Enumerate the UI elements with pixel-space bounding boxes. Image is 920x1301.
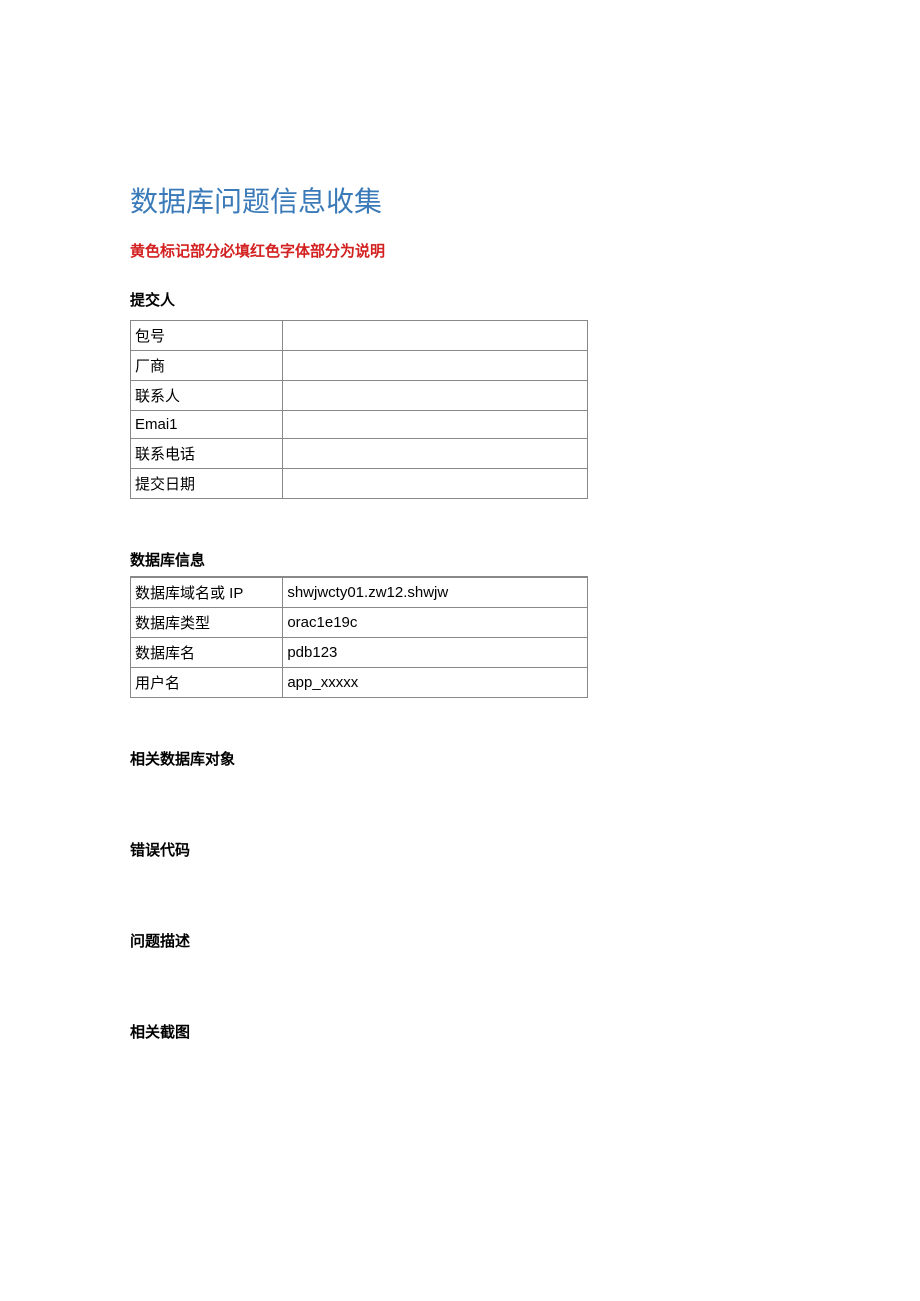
dbinfo-label-name: 数据库名: [131, 638, 283, 668]
submitter-value-phone: [283, 439, 588, 469]
submitter-value-date: [283, 469, 588, 499]
submitter-label-date: 提交日期: [131, 469, 283, 499]
dbinfo-value-user: app_xxxxx: [283, 668, 588, 698]
table-row: 包号: [131, 321, 588, 351]
submitter-value-vendor: [283, 351, 588, 381]
table-row: 厂商: [131, 351, 588, 381]
table-row: 提交日期: [131, 469, 588, 499]
submitter-heading: 提交人: [130, 289, 790, 310]
submitter-label-vendor: 厂商: [131, 351, 283, 381]
dbinfo-value-type: orac1e19c: [283, 608, 588, 638]
submitter-value-package: [283, 321, 588, 351]
submitter-value-contact: [283, 381, 588, 411]
table-row: 数据库名 pdb123: [131, 638, 588, 668]
table-row: Emai1: [131, 411, 588, 439]
error-code-heading: 错误代码: [130, 839, 790, 860]
dbinfo-label-type: 数据库类型: [131, 608, 283, 638]
dbinfo-value-domain: shwjwcty01.zw12.shwjw: [283, 578, 588, 608]
screenshot-heading: 相关截图: [130, 1021, 790, 1042]
table-row: 联系电话: [131, 439, 588, 469]
submitter-table: 包号 厂商 联系人 Emai1 联系电话 提交日期: [130, 320, 588, 499]
dbinfo-label-domain: 数据库域名或 IP: [131, 578, 283, 608]
table-row: 数据库域名或 IP shwjwcty01.zw12.shwjw: [131, 578, 588, 608]
subtitle-note: 黄色标记部分必填红色字体部分为说明: [130, 240, 790, 261]
page-title: 数据库问题信息收集: [130, 180, 790, 220]
submitter-label-contact: 联系人: [131, 381, 283, 411]
table-row: 数据库类型 orac1e19c: [131, 608, 588, 638]
related-objects-heading: 相关数据库对象: [130, 748, 790, 769]
dbinfo-label-user: 用户名: [131, 668, 283, 698]
submitter-label-phone: 联系电话: [131, 439, 283, 469]
dbinfo-value-name: pdb123: [283, 638, 588, 668]
dbinfo-heading: 数据库信息: [130, 549, 588, 577]
problem-desc-heading: 问题描述: [130, 930, 790, 951]
submitter-label-package: 包号: [131, 321, 283, 351]
table-row: 联系人: [131, 381, 588, 411]
dbinfo-table: 数据库域名或 IP shwjwcty01.zw12.shwjw 数据库类型 or…: [130, 577, 588, 698]
table-row: 用户名 app_xxxxx: [131, 668, 588, 698]
submitter-value-email: [283, 411, 588, 439]
submitter-label-email: Emai1: [131, 411, 283, 439]
